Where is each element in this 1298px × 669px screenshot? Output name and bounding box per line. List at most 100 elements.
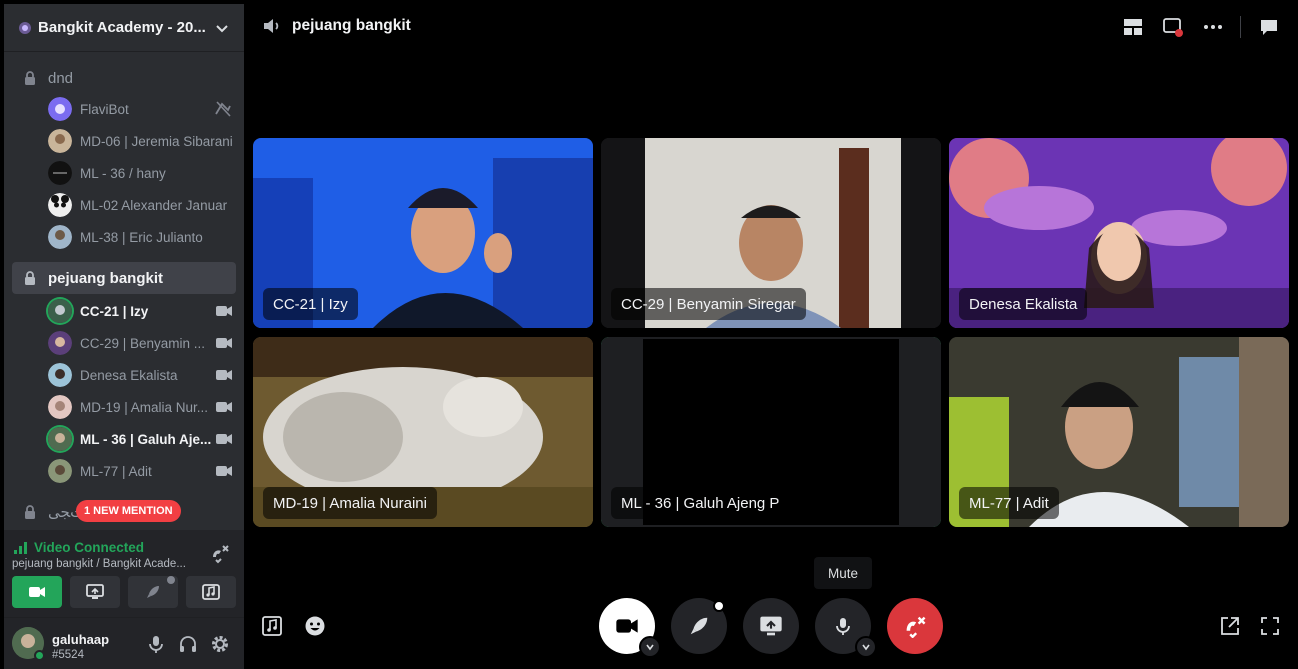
server-name: Bangkit Academy - 20... [38, 19, 206, 36]
chevron-down-icon [862, 644, 870, 651]
voice-member-item[interactable]: Denesa Ekalista [48, 360, 238, 390]
member-item[interactable]: ML-38 | Eric Julianto [48, 222, 238, 252]
more-options-icon[interactable] [1202, 16, 1224, 38]
page-title: pejuang bangkit [292, 17, 411, 34]
lock-icon [25, 71, 35, 85]
voice-member-item[interactable]: CC-21 | Izy [48, 296, 238, 326]
voice-channel-path[interactable]: pejuang bangkit / Bangkit Acade... [12, 558, 192, 570]
online-status-indicator [34, 650, 45, 661]
activity-button[interactable] [671, 598, 727, 654]
channel-label: dnd [48, 69, 74, 87]
popout-stream-icon[interactable] [1162, 16, 1184, 38]
lock-icon [25, 271, 35, 285]
audio-options-button[interactable] [855, 636, 877, 658]
camera-icon [216, 466, 232, 476]
camera-icon [616, 619, 638, 633]
headphones-icon[interactable] [178, 634, 198, 654]
disconnect-button[interactable] [887, 598, 943, 654]
fullscreen-icon[interactable] [1259, 615, 1281, 637]
avatar [48, 427, 72, 451]
video-tile[interactable]: CC-29 | Benyamin Siregar [601, 138, 941, 328]
screen-share-icon [760, 616, 782, 636]
camera-icon [216, 434, 232, 444]
member-item[interactable]: MD-06 | Jeremia Sibarani [48, 126, 238, 156]
gear-icon[interactable] [210, 634, 230, 654]
member-name: FlaviBot [80, 101, 129, 117]
panda-avatar [48, 193, 72, 217]
member-name: CC-21 | Izy [80, 303, 149, 319]
header-divider [1240, 16, 1241, 38]
member-item[interactable]: ML - 36 / hany [48, 158, 238, 188]
camera-icon [29, 587, 45, 597]
camera-icon [216, 338, 232, 348]
new-mention-badge[interactable]: 1 NEW MENTION [76, 500, 181, 522]
voice-status-label: Video Connected [34, 540, 145, 555]
camera-toggle-button[interactable] [599, 598, 661, 658]
screen-share-icon [86, 584, 104, 599]
chat-icon[interactable] [1258, 16, 1280, 38]
rocket-icon [147, 586, 159, 598]
popout-icon[interactable] [1219, 615, 1241, 637]
camera-toggle-button[interactable] [12, 576, 62, 608]
rocket-icon [690, 617, 708, 635]
grid-layout-icon[interactable] [1122, 16, 1144, 38]
avatar [48, 395, 72, 419]
video-tile[interactable]: CC-21 | Izy [253, 138, 593, 328]
camera-icon [216, 402, 232, 412]
avatar [48, 331, 72, 355]
channel-sidebar: Bangkit Academy - 20... dnd FlaviBot MD-… [4, 4, 244, 669]
screen-share-button[interactable] [70, 576, 120, 608]
video-tile[interactable]: ML - 36 | Galuh Ajeng P [601, 337, 941, 527]
avatar [48, 459, 72, 483]
hang-up-icon [906, 616, 926, 638]
mute-button[interactable] [815, 598, 877, 658]
microphone-icon[interactable] [146, 634, 166, 654]
participant-label: ML-77 | Adit [959, 487, 1059, 519]
channel-pejuang-bangkit[interactable]: pejuang bangkit [12, 262, 236, 294]
member-name: ML-77 | Adit [80, 463, 152, 479]
channel-dnd[interactable]: dnd [12, 62, 236, 94]
voice-member-item[interactable]: MD-19 | Amalia Nur... [48, 392, 238, 422]
member-name: CC-29 | Benyamin ... [80, 335, 206, 351]
muted-activity-icon [215, 101, 231, 117]
voice-connected-panel: Video Connected pejuang bangkit / Bangki… [4, 530, 244, 618]
member-name: ML - 36 | Galuh Aje... [80, 431, 212, 447]
camera-icon [216, 370, 232, 380]
voice-member-item[interactable]: CC-29 | Benyamin ... [48, 328, 238, 358]
microphone-icon [836, 618, 850, 635]
bot-avatar [48, 97, 72, 121]
member-name: ML - 36 / hany [80, 165, 166, 181]
participant-label: Denesa Ekalista [959, 288, 1088, 320]
member-item[interactable]: ML-02 Alexander Januar [48, 190, 238, 220]
channel-label: pejuang bangkit [48, 269, 164, 287]
notification-dot [713, 600, 725, 612]
participant-label: ML - 36 | Galuh Ajeng P [611, 487, 790, 519]
activity-button[interactable] [128, 576, 178, 608]
video-tile[interactable]: Denesa Ekalista [949, 138, 1289, 328]
avatar [48, 129, 72, 153]
member-name: MD-06 | Jeremia Sibarani [80, 133, 233, 149]
emoji-icon[interactable] [304, 615, 326, 637]
camera-options-button[interactable] [639, 636, 661, 658]
server-header[interactable]: Bangkit Academy - 20... [4, 4, 244, 52]
member-name: Denesa Ekalista [80, 367, 178, 383]
video-tile[interactable]: MD-19 | Amalia Nuraini [253, 337, 593, 527]
soundboard-icon [202, 584, 220, 600]
voice-member-item[interactable]: ML - 36 | Galuh Aje... [48, 424, 238, 454]
disconnect-icon[interactable] [210, 544, 230, 564]
screen-share-button[interactable] [743, 598, 799, 654]
member-item[interactable]: FlaviBot [48, 94, 238, 124]
user-panel: galuhaap #5524 [4, 618, 244, 669]
soundboard-button[interactable] [186, 576, 236, 608]
participant-label: CC-29 | Benyamin Siregar [611, 288, 806, 320]
member-name: ML-38 | Eric Julianto [80, 229, 203, 245]
voice-member-item[interactable]: ML-77 | Adit [48, 456, 238, 486]
avatar [48, 299, 72, 323]
video-tile[interactable]: ML-77 | Adit [949, 337, 1289, 527]
notification-dot [167, 576, 175, 584]
speaker-icon [264, 19, 279, 33]
user-tag: #5524 [52, 649, 84, 661]
voice-status: Video Connected [14, 540, 144, 555]
member-name: MD-19 | Amalia Nur... [80, 399, 209, 415]
soundboard-icon[interactable] [261, 615, 283, 637]
